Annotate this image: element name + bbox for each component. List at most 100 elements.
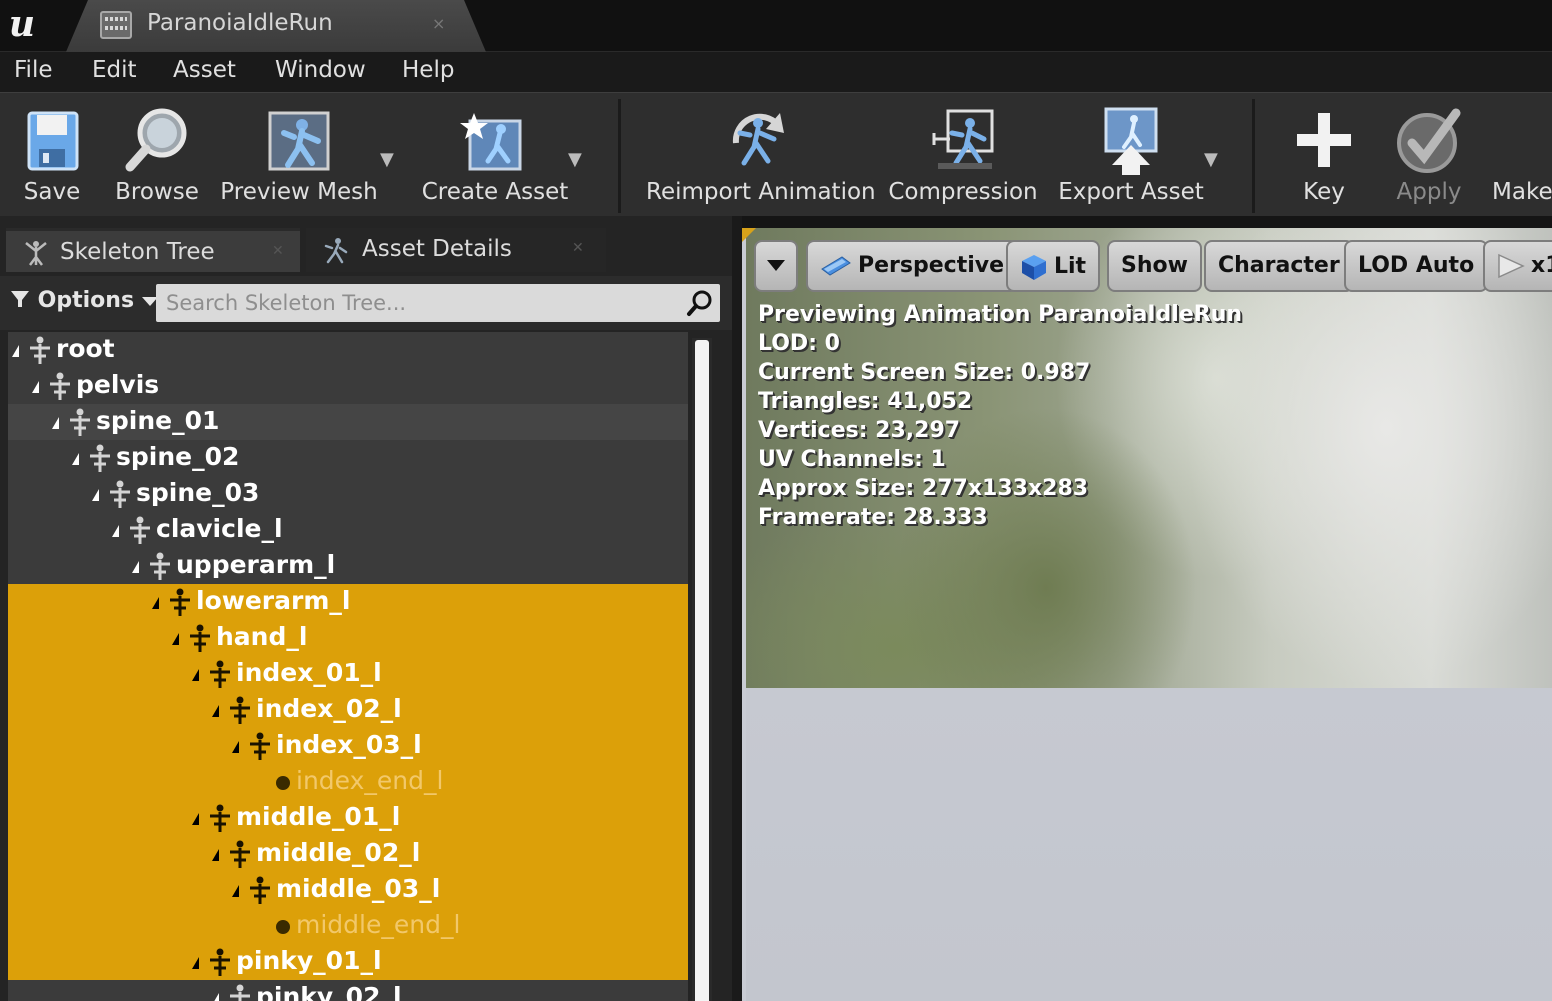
tree-scrollbar[interactable] bbox=[692, 338, 712, 1001]
expand-arrow-icon[interactable] bbox=[212, 705, 219, 717]
bone-icon bbox=[70, 408, 90, 436]
document-tab-title: ParanoiaIdleRun bbox=[147, 10, 333, 36]
browse-button[interactable]: Browse bbox=[112, 93, 202, 217]
show-label: Show bbox=[1121, 253, 1188, 278]
menu-edit[interactable]: Edit bbox=[92, 57, 137, 83]
expand-arrow-icon[interactable] bbox=[32, 381, 39, 393]
bone-label: spine_02 bbox=[116, 442, 240, 471]
scrollbar-thumb[interactable] bbox=[695, 340, 709, 1001]
tree-row[interactable]: spine_01 bbox=[8, 404, 688, 440]
tree-row[interactable]: pelvis bbox=[8, 368, 688, 404]
create-asset-dropdown-icon[interactable]: ▼ bbox=[568, 149, 582, 170]
expand-arrow-icon[interactable] bbox=[212, 849, 219, 861]
playback-speed-button[interactable]: x1 bbox=[1483, 240, 1552, 292]
tab-asset-details[interactable]: Asset Details ✕ bbox=[306, 228, 606, 272]
save-button[interactable]: Save bbox=[10, 93, 94, 217]
preview-mesh-icon bbox=[268, 111, 330, 171]
expand-arrow-icon[interactable] bbox=[152, 597, 159, 609]
bone-label: pelvis bbox=[76, 370, 160, 399]
expand-arrow-icon[interactable] bbox=[72, 453, 79, 465]
reimport-animation-button[interactable]: Reimport Animation bbox=[646, 93, 876, 217]
tree-row[interactable]: pinky_01_l bbox=[8, 944, 688, 980]
character-button[interactable]: Character bbox=[1204, 240, 1354, 292]
tree-row[interactable]: spine_03 bbox=[8, 476, 688, 512]
bone-icon bbox=[190, 624, 210, 652]
tree-row[interactable]: pinky_02_l bbox=[8, 980, 688, 1001]
lit-cube-icon bbox=[1022, 255, 1046, 280]
tree-row[interactable]: index_01_l bbox=[8, 656, 688, 692]
bone-label: root bbox=[56, 334, 115, 363]
close-tab-icon[interactable]: ✕ bbox=[272, 243, 284, 259]
expand-arrow-icon[interactable] bbox=[192, 813, 199, 825]
expand-arrow-icon[interactable] bbox=[212, 993, 219, 1001]
bone-label: middle_end_l bbox=[296, 910, 461, 939]
make-button[interactable]: Make bbox=[1486, 93, 1552, 217]
apply-button[interactable]: Apply bbox=[1390, 93, 1468, 217]
tree-row[interactable]: index_03_l bbox=[8, 728, 688, 764]
export-asset-button[interactable]: Export Asset bbox=[1058, 93, 1204, 217]
expand-arrow-icon[interactable] bbox=[112, 525, 119, 537]
bone-label: index_end_l bbox=[296, 766, 444, 795]
tree-row[interactable]: hand_l bbox=[8, 620, 688, 656]
export-asset-dropdown-icon[interactable]: ▼ bbox=[1204, 149, 1218, 170]
tree-row[interactable]: middle_03_l bbox=[8, 872, 688, 908]
preview-mesh-button[interactable]: Preview Mesh bbox=[220, 93, 378, 217]
bone-icon bbox=[90, 444, 110, 472]
lit-button[interactable]: Lit bbox=[1006, 240, 1101, 292]
expand-arrow-icon[interactable] bbox=[172, 633, 179, 645]
tree-row[interactable]: clavicle_l bbox=[8, 512, 688, 548]
tree-row[interactable]: spine_02 bbox=[8, 440, 688, 476]
viewport-floor bbox=[746, 688, 1552, 1001]
tree-row[interactable]: index_02_l bbox=[8, 692, 688, 728]
menu-help[interactable]: Help bbox=[402, 57, 454, 83]
expand-arrow-icon[interactable] bbox=[232, 885, 239, 897]
expand-arrow-icon[interactable] bbox=[232, 741, 239, 753]
search-icon[interactable] bbox=[686, 289, 714, 317]
expand-arrow-icon[interactable] bbox=[192, 957, 199, 969]
tree-row[interactable]: index_end_l bbox=[8, 764, 688, 800]
create-asset-label: Create Asset bbox=[421, 179, 569, 205]
lod-button[interactable]: LOD Auto bbox=[1344, 240, 1489, 292]
tree-row[interactable]: middle_end_l bbox=[8, 908, 688, 944]
expand-arrow-icon[interactable] bbox=[92, 489, 99, 501]
preview-mesh-dropdown-icon[interactable]: ▼ bbox=[380, 149, 394, 170]
show-button[interactable]: Show bbox=[1107, 240, 1202, 292]
leaf-bone-icon bbox=[276, 776, 290, 790]
perspective-button[interactable]: Perspective bbox=[806, 240, 1019, 292]
menu-file[interactable]: File bbox=[14, 57, 53, 83]
stat-uv-channels: UV Channels: 1 bbox=[758, 447, 946, 472]
viewport-options-button[interactable] bbox=[754, 240, 798, 292]
unreal-logo-icon[interactable]: u bbox=[0, 4, 44, 46]
bone-label: spine_03 bbox=[136, 478, 260, 507]
tree-row[interactable]: lowerarm_l bbox=[8, 584, 688, 620]
expand-arrow-icon[interactable] bbox=[52, 417, 59, 429]
bone-label: pinky_02_l bbox=[256, 982, 402, 1001]
close-tab-icon[interactable]: × bbox=[432, 14, 445, 33]
create-asset-button[interactable]: Create Asset bbox=[420, 93, 570, 217]
tree-row[interactable]: root bbox=[8, 332, 688, 368]
filter-icon bbox=[11, 291, 29, 307]
preview-viewport[interactable]: Perspective Lit Show Character LOD Auto … bbox=[742, 228, 1552, 1001]
bone-icon bbox=[50, 372, 70, 400]
tree-row[interactable]: middle_02_l bbox=[8, 836, 688, 872]
bone-label: middle_01_l bbox=[236, 802, 401, 831]
skeleton-tree-panel: Skeleton Tree ✕ Asset Details ✕ Options bbox=[0, 216, 732, 1001]
menu-asset[interactable]: Asset bbox=[173, 57, 236, 83]
key-button[interactable]: Key bbox=[1286, 93, 1362, 217]
expand-arrow-icon[interactable] bbox=[192, 669, 199, 681]
tree-row[interactable]: middle_01_l bbox=[8, 800, 688, 836]
stat-screen-size: Current Screen Size: 0.987 bbox=[758, 360, 1091, 385]
menu-window[interactable]: Window bbox=[275, 57, 366, 83]
search-input[interactable] bbox=[156, 284, 676, 322]
options-button[interactable]: Options bbox=[10, 288, 158, 313]
compression-button[interactable]: Compression bbox=[888, 93, 1038, 217]
menu-bar: File Edit Asset Window Help bbox=[0, 52, 1552, 92]
tab-skeleton-tree[interactable]: Skeleton Tree ✕ bbox=[6, 228, 300, 272]
playback-speed-label: x1 bbox=[1531, 253, 1552, 278]
tree-row[interactable]: upperarm_l bbox=[8, 548, 688, 584]
expand-arrow-icon[interactable] bbox=[132, 561, 139, 573]
magnifier-icon bbox=[125, 108, 187, 172]
close-tab-icon[interactable]: ✕ bbox=[572, 240, 584, 256]
expand-arrow-icon[interactable] bbox=[12, 345, 19, 357]
panel-splitter[interactable] bbox=[732, 216, 742, 1001]
